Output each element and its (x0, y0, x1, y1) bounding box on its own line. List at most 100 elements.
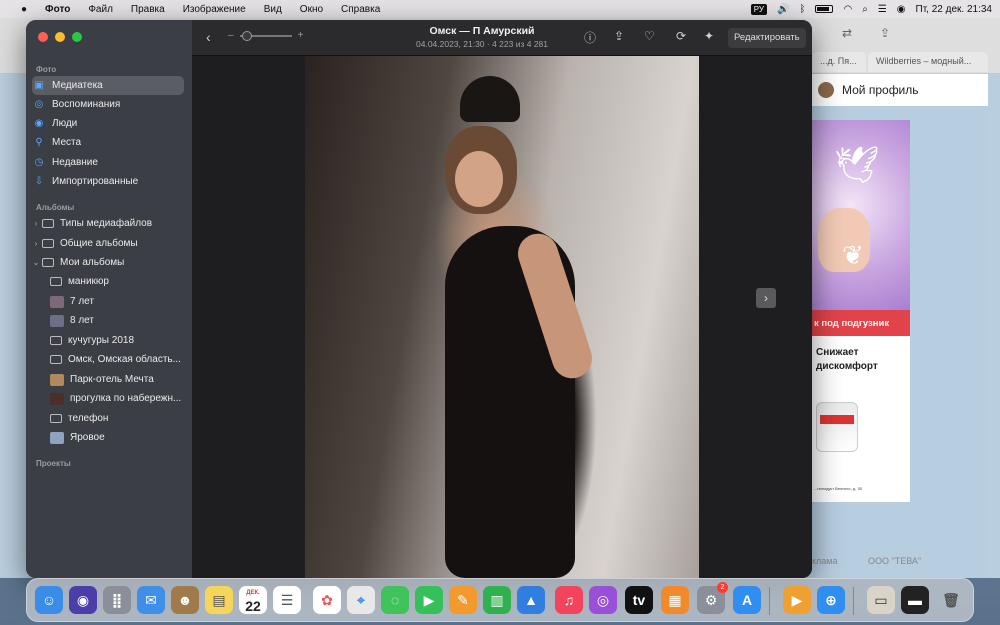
siri-icon[interactable]: ◉ (69, 586, 97, 614)
control-center-icon[interactable]: ☰ (878, 4, 887, 15)
folder-icon (42, 258, 54, 267)
section-photos: Фото (36, 65, 57, 74)
back-button[interactable]: ‹ (206, 29, 211, 45)
trash-icon[interactable]: 🗑 (937, 586, 965, 614)
share-icon[interactable]: ⇪ (880, 26, 890, 40)
people-icon: ◉ (34, 118, 44, 129)
menu-image[interactable]: Изображение (174, 4, 255, 15)
edit-button[interactable]: Редактировать (728, 28, 806, 48)
app-store-icon[interactable]: A (733, 586, 761, 614)
sidebar-item-people[interactable]: ◉ Люди (32, 114, 184, 133)
close-button[interactable] (38, 32, 48, 42)
menubar-clock[interactable]: Пт, 22 дек. 21:34 (916, 4, 992, 15)
cream-jar-image (816, 402, 858, 452)
podcasts-icon[interactable]: ◎ (589, 586, 617, 614)
album-thumbnail (50, 373, 64, 386)
siri-icon[interactable]: ◉ (897, 4, 906, 15)
safari-icon[interactable]: ⊕ (817, 586, 845, 614)
keynote-icon[interactable]: ▲ (517, 586, 545, 614)
bluetooth-icon[interactable]: ᛒ (799, 4, 805, 15)
menu-window[interactable]: Окно (291, 4, 332, 15)
album-item[interactable]: кучугуры 2018 (50, 331, 186, 350)
rotate-icon[interactable]: ⟳ (676, 29, 686, 43)
browser-tab-wildberries[interactable]: Wildberries – модный... (868, 52, 988, 72)
volume-icon[interactable]: 🔊 (777, 4, 789, 15)
wifi-icon[interactable]: ◠ (843, 4, 852, 15)
chevron-down-icon[interactable]: ⌄ (32, 258, 40, 267)
translate-icon[interactable]: ⇄ (842, 26, 852, 40)
album-thumbnail (50, 295, 64, 308)
avatar (818, 82, 834, 98)
contacts-icon[interactable]: ☻ (171, 586, 199, 614)
notes-icon[interactable]: ▤ (205, 586, 233, 614)
chevron-right-icon[interactable]: › (32, 239, 40, 248)
minimized-window-thumbnail[interactable]: ▭ (867, 586, 895, 614)
section-projects: Проекты (36, 459, 71, 468)
ad-banner-text: к под подгузник (812, 310, 910, 336)
music-icon[interactable]: ♫ (555, 586, 583, 614)
sidebar-item-places[interactable]: ⚲ Места (32, 133, 184, 152)
sidebar-item-memories[interactable]: ◎ Воспоминания (32, 95, 184, 114)
books-icon[interactable]: ▦ (661, 586, 689, 614)
sidebar-item-imported[interactable]: ⇩ Импортированные (32, 172, 184, 191)
menu-file[interactable]: Файл (79, 4, 122, 15)
album-item[interactable]: 7 лет (50, 292, 186, 311)
sidebar-item-library[interactable]: ▣ Медиатека (32, 76, 184, 95)
auto-enhance-icon[interactable]: ✦ (704, 29, 714, 43)
chevron-right-icon[interactable]: › (32, 219, 40, 228)
menu-help[interactable]: Справка (332, 4, 389, 15)
photo-library-icon: ▣ (34, 80, 44, 91)
reminders-icon[interactable]: ☰ (273, 586, 301, 614)
zoom-slider[interactable] (239, 30, 292, 41)
heart-icon[interactable]: ♡ (644, 29, 655, 43)
menu-edit[interactable]: Правка (122, 4, 174, 15)
zoom-in-button[interactable]: + (298, 30, 304, 41)
advertisement-banner[interactable]: 🕊 ❦ к под подгузник Снижает дискомфорт .… (812, 120, 910, 502)
profile-link[interactable]: Мой профиль (812, 74, 988, 106)
minimized-window-thumbnail[interactable]: ▬ (901, 586, 929, 614)
menu-photos[interactable]: Фото (36, 4, 79, 15)
facetime-icon[interactable]: ▶ (415, 586, 443, 614)
album-item[interactable]: телефон (50, 409, 186, 428)
album-item[interactable]: Парк-отель Мечта (50, 370, 186, 389)
window-controls (38, 32, 82, 42)
album-item[interactable]: 8 лет (50, 311, 186, 330)
sidebar-item-media-types[interactable]: › Типы медиафайлов (32, 214, 184, 233)
minimize-button[interactable] (55, 32, 65, 42)
recent-icon: ◷ (34, 157, 44, 168)
fullscreen-button[interactable] (72, 32, 82, 42)
photo-image[interactable] (305, 56, 699, 578)
zoom-out-button[interactable]: – (228, 30, 234, 41)
viewer-toolbar: ‹ – + Омск — П Амурский 04.04.2023, 21:3… (192, 20, 812, 56)
sidebar-item-my-albums[interactable]: ⌄ Мои альбомы (32, 253, 184, 272)
finder-icon[interactable]: ☺ (35, 586, 63, 614)
media-player-icon[interactable]: ▶ (783, 586, 811, 614)
sidebar-item-shared-albums[interactable]: › Общие альбомы (32, 234, 184, 253)
browser-tab[interactable]: ...д. Пя... (812, 52, 866, 72)
album-item[interactable]: прогулка по набережн... (50, 389, 186, 408)
info-icon[interactable]: ⓘ (584, 29, 596, 46)
menu-view[interactable]: Вид (255, 4, 291, 15)
search-icon[interactable]: ⌕ (862, 4, 868, 15)
pages-icon[interactable]: ✎ (449, 586, 477, 614)
zoom-control: – + (228, 30, 303, 41)
input-language-indicator[interactable]: РУ (750, 3, 768, 15)
messages-icon[interactable]: ◌ (381, 586, 409, 614)
zoom-slider-knob[interactable] (241, 30, 252, 41)
battery-icon[interactable] (815, 5, 834, 13)
mail-icon[interactable]: ✉ (137, 586, 165, 614)
album-thumbnail (50, 392, 64, 405)
share-icon[interactable]: ⇪ (614, 29, 624, 43)
sidebar-item-recent[interactable]: ◷ Недавние (32, 153, 184, 172)
album-item[interactable]: маникюр (50, 272, 186, 291)
calendar-icon[interactable]: ДЕК. 22 (239, 586, 267, 614)
apple-menu-icon[interactable]: ● (12, 4, 36, 15)
maps-icon[interactable]: ⌖ (347, 586, 375, 614)
numbers-icon[interactable]: ▥ (483, 586, 511, 614)
album-item[interactable]: Омск, Омская область... (50, 350, 186, 369)
album-item[interactable]: Яровое (50, 428, 186, 447)
photos-app-icon[interactable]: ✿ (313, 586, 341, 614)
launchpad-icon[interactable]: ⣿ (103, 586, 131, 614)
apple-tv-icon[interactable]: tv (625, 586, 653, 614)
next-photo-button[interactable]: › (756, 288, 776, 308)
